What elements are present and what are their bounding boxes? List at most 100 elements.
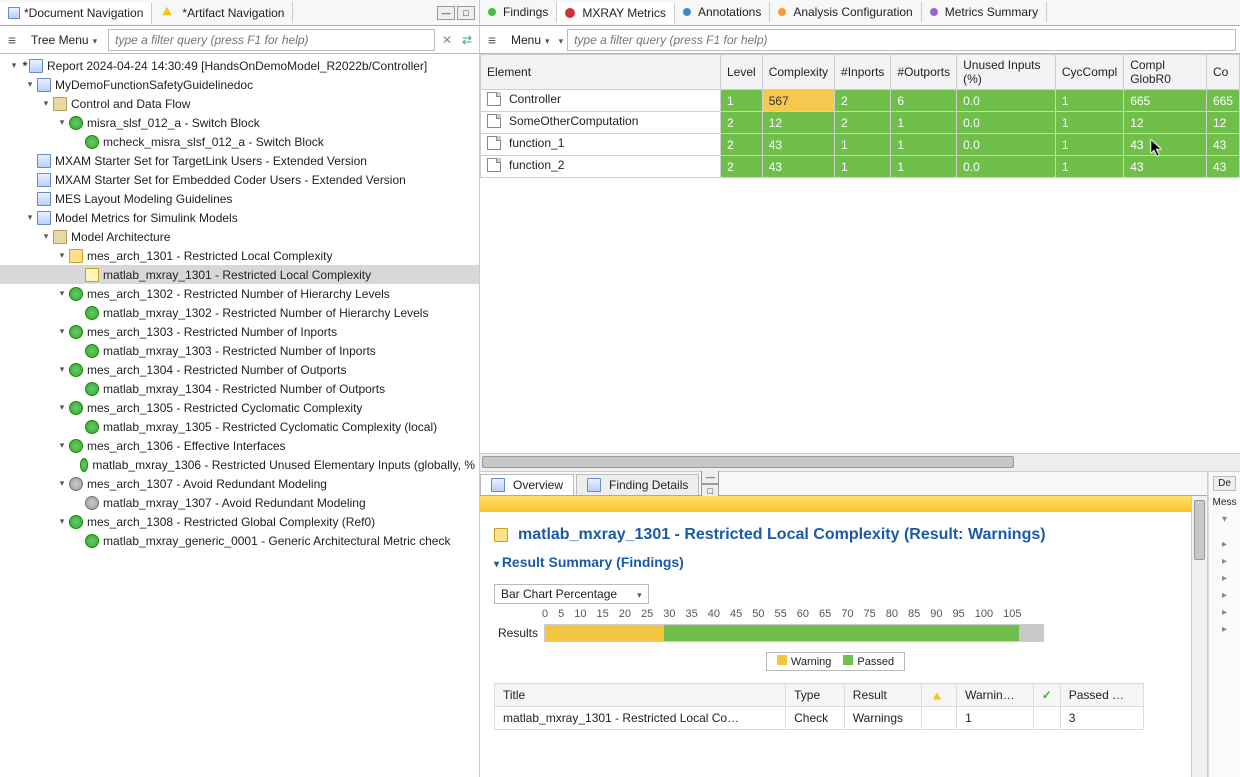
column-header[interactable]: #Outports	[891, 55, 957, 90]
minimize-button[interactable]: —	[701, 470, 719, 484]
expander-icon[interactable]: ▾	[56, 326, 68, 338]
tree-node[interactable]: ▾Control and Data Flow	[0, 94, 479, 113]
tree-node[interactable]: ▾Model Metrics for Simulink Models	[0, 208, 479, 227]
chevron-down-icon[interactable]	[559, 33, 564, 47]
right-filter-input[interactable]	[567, 29, 1236, 51]
tree-node[interactable]: mcheck_misra_slsf_012_a - Switch Block	[0, 132, 479, 151]
tree-node[interactable]: ▾mes_arch_1307 - Avoid Redundant Modelin…	[0, 474, 479, 493]
side-tab[interactable]: De	[1213, 476, 1236, 491]
chevron-right-icon[interactable]: ▸	[1222, 539, 1227, 550]
tree-node[interactable]: MXAM Starter Set for TargetLink Users - …	[0, 151, 479, 170]
tree-node[interactable]: matlab_mxray_1301 - Restricted Local Com…	[0, 265, 479, 284]
tree-menu-button[interactable]: Tree Menu	[24, 30, 104, 50]
expander-icon[interactable]: ▾	[56, 478, 68, 490]
column-header[interactable]: Element	[481, 55, 721, 90]
link-icon[interactable]: ⇄	[459, 32, 475, 48]
tab-mxray-metrics[interactable]: MXRAY Metrics	[557, 3, 675, 24]
column-header[interactable]: Type	[786, 684, 845, 707]
expander-icon[interactable]: ▾	[56, 364, 68, 376]
tree-node[interactable]: ▾*Report 2024-04-24 14:30:49 [HandsOnDem…	[0, 56, 479, 75]
expander-icon[interactable]	[72, 421, 84, 433]
section-header[interactable]: Result Summary (Findings)	[494, 554, 1177, 570]
tab-findings[interactable]: Findings	[480, 2, 557, 22]
chart-type-combo[interactable]: Bar Chart Percentage	[494, 584, 649, 604]
chevron-right-icon[interactable]: ▸	[1222, 573, 1227, 584]
tree-node[interactable]: matlab_mxray_1304 - Restricted Number of…	[0, 379, 479, 398]
column-header[interactable]: Passed …	[1060, 684, 1143, 707]
minimize-button[interactable]: —	[437, 6, 455, 20]
tab-analysis-configuration[interactable]: Analysis Configuration	[770, 2, 921, 22]
tree-node[interactable]: ▾mes_arch_1305 - Restricted Cyclomatic C…	[0, 398, 479, 417]
expander-icon[interactable]: ▾	[40, 231, 52, 243]
expander-icon[interactable]: ▾	[56, 440, 68, 452]
column-header[interactable]: Unused Inputs (%)	[957, 55, 1056, 90]
chevron-down-icon[interactable]: ▾	[1222, 514, 1227, 525]
tree-node[interactable]: ▾mes_arch_1304 - Restricted Number of Ou…	[0, 360, 479, 379]
expander-icon[interactable]	[72, 269, 84, 281]
metrics-table[interactable]: ElementLevelComplexity#Inports#OutportsU…	[480, 54, 1240, 178]
tree-node[interactable]: ▾mes_arch_1308 - Restricted Global Compl…	[0, 512, 479, 531]
tree-node[interactable]: MXAM Starter Set for Embedded Coder User…	[0, 170, 479, 189]
table-row[interactable]: Controller1567260.01665665	[481, 90, 1240, 112]
column-header[interactable]: Compl GlobR0	[1124, 55, 1207, 90]
expander-icon[interactable]: ▾	[56, 250, 68, 262]
maximize-button[interactable]: □	[457, 6, 475, 20]
expander-icon[interactable]	[24, 155, 36, 167]
expander-icon[interactable]	[72, 535, 84, 547]
expander-icon[interactable]: ▾	[56, 288, 68, 300]
chevron-right-icon[interactable]: ▸	[1222, 590, 1227, 601]
tree-node[interactable]: ▾MyDemoFunctionSafetyGuidelinedoc	[0, 75, 479, 94]
expander-icon[interactable]: ▾	[24, 212, 36, 224]
column-header[interactable]: Level	[721, 55, 763, 90]
column-header[interactable]: ✓	[1033, 684, 1060, 707]
tree-node[interactable]: ▾Model Architecture	[0, 227, 479, 246]
table-row[interactable]: SomeOtherComputation212210.011212	[481, 112, 1240, 134]
expander-icon[interactable]	[24, 174, 36, 186]
expander-icon[interactable]	[72, 345, 84, 357]
expander-icon[interactable]	[72, 136, 84, 148]
expander-icon[interactable]: ▾	[56, 516, 68, 528]
tree-node[interactable]: matlab_mxray_1302 - Restricted Number of…	[0, 303, 479, 322]
chevron-right-icon[interactable]: ▸	[1222, 624, 1227, 635]
tab-overview[interactable]: Overview	[480, 474, 574, 495]
tree-node[interactable]: ▾mes_arch_1303 - Restricted Number of In…	[0, 322, 479, 341]
tree-node[interactable]: matlab_mxray_1303 - Restricted Number of…	[0, 341, 479, 360]
tree-node[interactable]: ▾misra_slsf_012_a - Switch Block	[0, 113, 479, 132]
column-header[interactable]: Co	[1206, 55, 1239, 90]
tab-annotations[interactable]: Annotations	[675, 2, 770, 22]
result-table[interactable]: TitleTypeResultWarnin…✓Passed … matlab_m…	[494, 683, 1144, 730]
column-header[interactable]: #Inports	[835, 55, 891, 90]
column-header[interactable]: Warnin…	[957, 684, 1034, 707]
tree-node[interactable]: ▾mes_arch_1301 - Restricted Local Comple…	[0, 246, 479, 265]
tree-node[interactable]: matlab_mxray_1306 - Restricted Unused El…	[0, 455, 479, 474]
expander-icon[interactable]	[72, 383, 84, 395]
tree-node[interactable]: matlab_mxray_1305 - Restricted Cyclomati…	[0, 417, 479, 436]
horizontal-scrollbar[interactable]	[480, 453, 1240, 471]
tree-node[interactable]: ▾mes_arch_1302 - Restricted Number of Hi…	[0, 284, 479, 303]
column-header[interactable]: CycCompl	[1055, 55, 1123, 90]
tree-node[interactable]: matlab_mxray_generic_0001 - Generic Arch…	[0, 531, 479, 550]
table-row[interactable]: function_2243110.014343	[481, 156, 1240, 178]
chevron-right-icon[interactable]: ▸	[1222, 556, 1227, 567]
expander-icon[interactable]: ▾	[40, 98, 52, 110]
expander-icon[interactable]: ▾	[56, 117, 68, 129]
tree-node[interactable]: matlab_mxray_1307 - Avoid Redundant Mode…	[0, 493, 479, 512]
expander-icon[interactable]: ▾	[24, 79, 36, 91]
menu-button[interactable]: Menu	[504, 30, 557, 50]
column-header[interactable]: Result	[844, 684, 921, 707]
tab-metrics-summary[interactable]: Metrics Summary	[922, 2, 1047, 22]
expander-icon[interactable]	[72, 307, 84, 319]
expander-icon[interactable]	[24, 193, 36, 205]
tab-finding-details[interactable]: Finding Details	[576, 474, 699, 495]
column-header[interactable]: Complexity	[762, 55, 834, 90]
tab--document-navigation[interactable]: *Document Navigation	[0, 3, 152, 24]
clear-filter-icon[interactable]: ✕	[439, 32, 455, 48]
tree-node[interactable]: ▾mes_arch_1306 - Effective Interfaces	[0, 436, 479, 455]
expander-icon[interactable]: ▾	[56, 402, 68, 414]
tree-node[interactable]: MES Layout Modeling Guidelines	[0, 189, 479, 208]
table-row[interactable]: function_1243110.014343	[481, 134, 1240, 156]
hamburger-icon[interactable]	[4, 32, 20, 48]
column-header[interactable]	[922, 684, 957, 707]
expander-icon[interactable]	[72, 459, 79, 471]
navigation-tree[interactable]: ▾*Report 2024-04-24 14:30:49 [HandsOnDem…	[0, 54, 479, 777]
